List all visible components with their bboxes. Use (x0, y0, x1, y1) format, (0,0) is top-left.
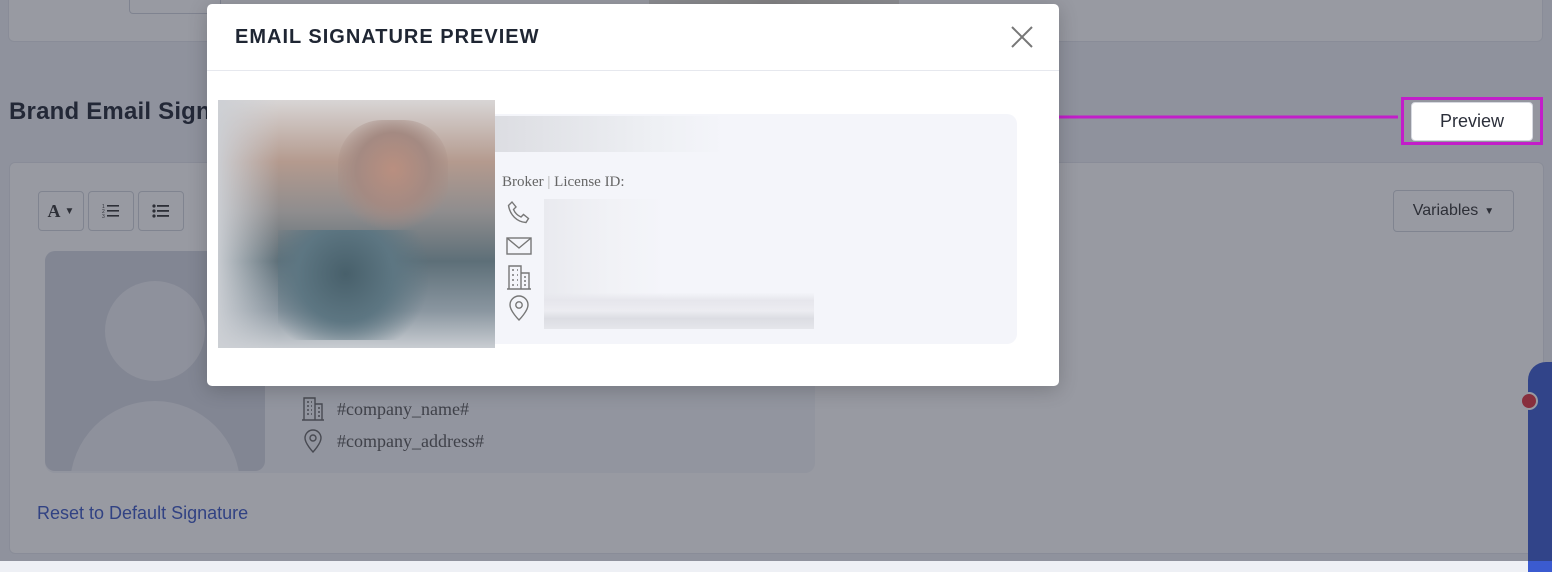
agent-name-redacted (495, 116, 725, 152)
role-label: Broker (502, 174, 544, 190)
location-pin-icon (509, 295, 529, 321)
contact-details-redacted (544, 199, 814, 329)
email-icon (506, 237, 532, 255)
separator: | (547, 174, 551, 190)
close-icon[interactable] (1009, 24, 1035, 50)
building-icon (507, 265, 531, 290)
phone-icon (507, 200, 530, 224)
modal-title: EMAIL SIGNATURE PREVIEW (235, 26, 540, 48)
preview-button-highlight[interactable]: Preview (1401, 97, 1543, 145)
email-signature-preview-modal: EMAIL SIGNATURE PREVIEW Broker | License… (207, 4, 1059, 386)
role-license-line: Broker | License ID: (502, 174, 625, 191)
profile-photo (218, 100, 495, 348)
license-label: License ID: (554, 174, 625, 190)
preview-button-label-highlight: Preview (1410, 101, 1534, 141)
modal-header: EMAIL SIGNATURE PREVIEW (207, 4, 1059, 71)
